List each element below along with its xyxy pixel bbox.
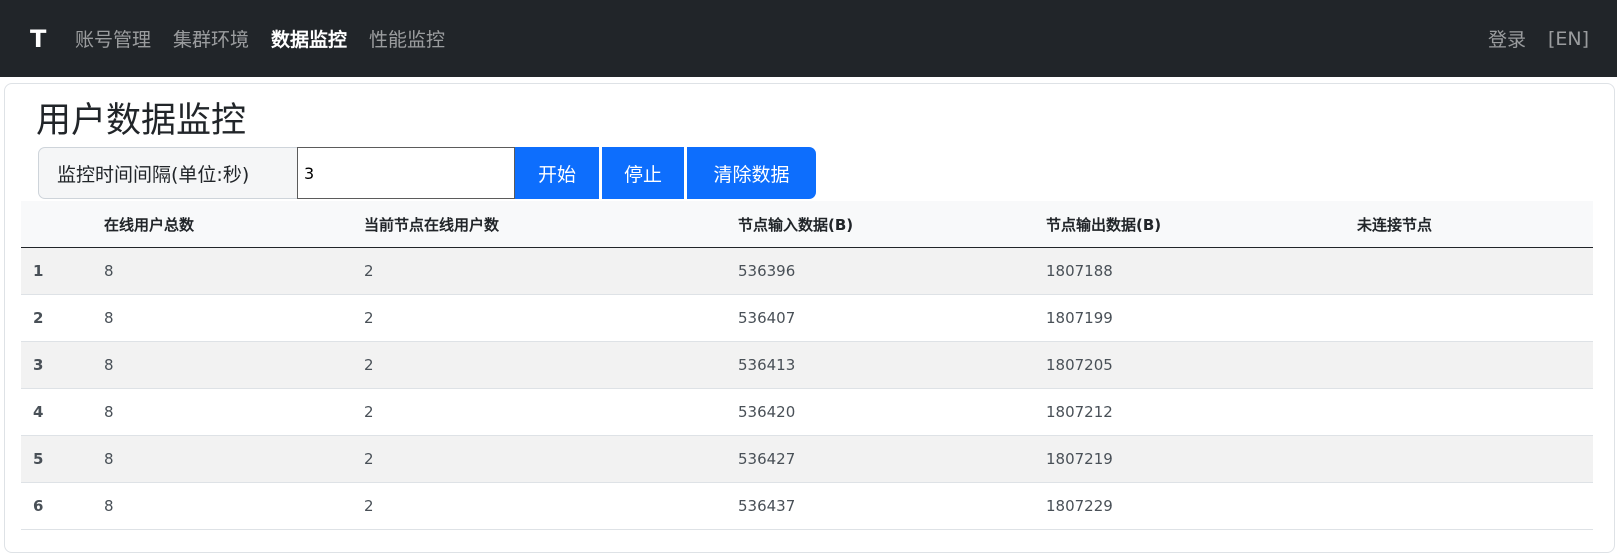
row-index: 6 [21, 482, 103, 530]
brand-logo[interactable]: T [30, 25, 75, 53]
cell-node-online-users: 2 [363, 435, 737, 483]
cell-node-input-bytes: 536396 [737, 247, 1045, 295]
cell-unconnected-nodes [1356, 482, 1593, 530]
cell-unconnected-nodes [1356, 435, 1593, 483]
monitor-control-group: 监控时间间隔(单位:秒) 开始 停止 清除数据 [38, 147, 816, 199]
row-index: 4 [21, 388, 103, 436]
interval-input[interactable] [297, 147, 515, 199]
header-total-online-users: 在线用户总数 [103, 201, 363, 248]
nav-right-group: 登录 [EN] [1466, 25, 1589, 52]
table-header-row: 在线用户总数 当前节点在线用户数 节点输入数据(B) 节点输出数据(B) 未连接… [21, 201, 1593, 248]
start-button[interactable]: 开始 [515, 147, 599, 199]
row-index: 2 [21, 294, 103, 342]
header-node-output-bytes: 节点输出数据(B) [1045, 201, 1356, 248]
stop-button[interactable]: 停止 [602, 147, 684, 199]
top-navbar: T 账号管理 集群环境 数据监控 性能监控 登录 [EN] [0, 0, 1617, 77]
cell-node-online-users: 2 [363, 341, 737, 389]
table-row: 5 8 2 536427 1807219 [21, 435, 1593, 483]
table-row: 1 8 2 536396 1807188 [21, 247, 1593, 295]
row-index: 1 [21, 247, 103, 295]
cell-node-online-users: 2 [363, 482, 737, 530]
nav-data-monitor[interactable]: 数据监控 [271, 25, 347, 52]
cell-node-online-users: 2 [363, 388, 737, 436]
table-row: 2 8 2 536407 1807199 [21, 294, 1593, 342]
table-row: 4 8 2 536420 1807212 [21, 388, 1593, 436]
cell-unconnected-nodes [1356, 294, 1593, 342]
nav-cluster-environment[interactable]: 集群环境 [173, 25, 249, 52]
cell-node-output-bytes: 1807188 [1045, 247, 1356, 295]
cell-total-online-users: 8 [103, 388, 363, 436]
cell-node-input-bytes: 536407 [737, 294, 1045, 342]
header-unconnected-nodes: 未连接节点 [1356, 201, 1593, 248]
cell-node-output-bytes: 1807212 [1045, 388, 1356, 436]
cell-unconnected-nodes [1356, 341, 1593, 389]
header-index [21, 201, 103, 248]
cell-total-online-users: 8 [103, 435, 363, 483]
interval-label: 监控时间间隔(单位:秒) [38, 147, 297, 199]
header-node-online-users: 当前节点在线用户数 [363, 201, 737, 248]
cell-node-output-bytes: 1807219 [1045, 435, 1356, 483]
clear-data-button[interactable]: 清除数据 [687, 147, 816, 199]
cell-node-online-users: 2 [363, 294, 737, 342]
language-switch-link[interactable]: [EN] [1548, 28, 1589, 50]
monitor-data-table: 在线用户总数 当前节点在线用户数 节点输入数据(B) 节点输出数据(B) 未连接… [21, 201, 1593, 530]
cell-node-input-bytes: 536420 [737, 388, 1045, 436]
cell-node-input-bytes: 536427 [737, 435, 1045, 483]
cell-node-output-bytes: 1807199 [1045, 294, 1356, 342]
cell-node-input-bytes: 536413 [737, 341, 1045, 389]
nav-account-management[interactable]: 账号管理 [75, 25, 151, 52]
cell-node-output-bytes: 1807229 [1045, 482, 1356, 530]
login-link[interactable]: 登录 [1488, 25, 1526, 52]
cell-total-online-users: 8 [103, 294, 363, 342]
cell-total-online-users: 8 [103, 247, 363, 295]
cell-node-online-users: 2 [363, 247, 737, 295]
cell-total-online-users: 8 [103, 482, 363, 530]
table-row: 3 8 2 536413 1807205 [21, 341, 1593, 389]
cell-unconnected-nodes [1356, 388, 1593, 436]
cell-unconnected-nodes [1356, 247, 1593, 295]
header-node-input-bytes: 节点输入数据(B) [737, 201, 1045, 248]
page-title: 用户数据监控 [36, 101, 247, 141]
cell-total-online-users: 8 [103, 341, 363, 389]
cell-node-output-bytes: 1807205 [1045, 341, 1356, 389]
row-index: 5 [21, 435, 103, 483]
table-row: 6 8 2 536437 1807229 [21, 482, 1593, 530]
row-index: 3 [21, 341, 103, 389]
cell-node-input-bytes: 536437 [737, 482, 1045, 530]
nav-performance-monitor[interactable]: 性能监控 [369, 25, 445, 52]
